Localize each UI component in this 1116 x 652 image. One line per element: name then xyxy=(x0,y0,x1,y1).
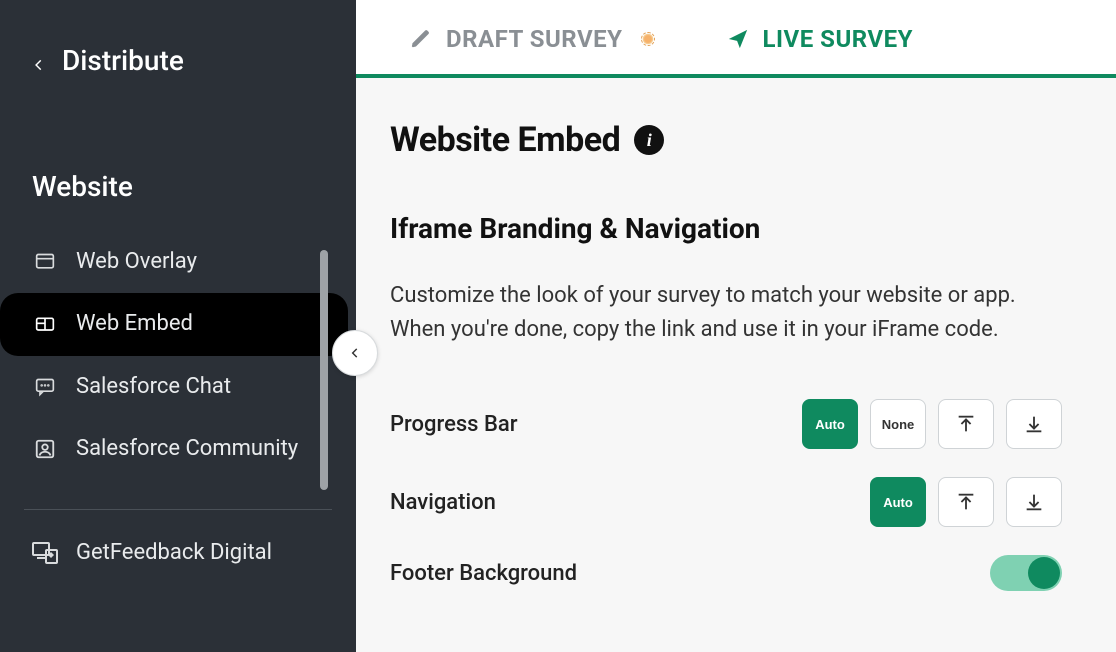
pencil-icon xyxy=(410,28,432,50)
sidebar-item-label: GetFeedback Digital xyxy=(76,540,272,566)
chevron-left-icon xyxy=(32,53,46,67)
collapse-sidebar-button[interactable] xyxy=(332,330,378,376)
embed-icon xyxy=(32,314,58,336)
navigation-bottom-button[interactable] xyxy=(1006,477,1062,527)
sidebar-item-web-embed[interactable]: Web Embed xyxy=(0,293,348,355)
setting-progress-bar: Progress Bar Auto None xyxy=(390,399,1062,449)
sidebar-item-salesforce-chat[interactable]: Salesforce Chat xyxy=(0,356,348,418)
footer-background-toggle[interactable] xyxy=(990,555,1062,591)
sidebar-nav: Web Overlay Web Embed Salesforce Chat Sa… xyxy=(0,231,356,481)
sidebar-item-label: Salesforce Chat xyxy=(76,374,231,400)
navigation-top-button[interactable] xyxy=(938,477,994,527)
progress-bar-bottom-button[interactable] xyxy=(1006,399,1062,449)
sidebar-item-label: Web Overlay xyxy=(76,249,197,275)
setting-label: Footer Background xyxy=(390,561,577,586)
sidebar-item-label: Salesforce Community xyxy=(76,436,298,462)
sidebar-back[interactable]: Distribute xyxy=(0,0,356,120)
tab-live-survey[interactable]: LIVE SURVEY xyxy=(727,25,913,53)
progress-bar-none-button[interactable]: None xyxy=(870,399,926,449)
tab-draft-survey[interactable]: DRAFT SURVEY xyxy=(410,25,655,53)
setting-label: Progress Bar xyxy=(390,412,518,437)
page-title: Website Embed xyxy=(390,120,620,160)
chat-icon xyxy=(32,376,58,398)
setting-navigation: Navigation Auto xyxy=(390,477,1062,527)
info-icon[interactable]: i xyxy=(634,125,664,155)
toggle-knob xyxy=(1028,557,1060,589)
tab-label: DRAFT SURVEY xyxy=(446,25,623,53)
navigation-auto-button[interactable]: Auto xyxy=(870,477,926,527)
progress-bar-auto-button[interactable]: Auto xyxy=(802,399,858,449)
setting-footer-background: Footer Background xyxy=(390,555,1062,591)
main: DRAFT SURVEY LIVE SURVEY Website Embed i… xyxy=(356,0,1116,652)
sidebar: Distribute Website Web Overlay Web Embed xyxy=(0,0,356,652)
community-icon xyxy=(32,438,58,460)
digital-icon xyxy=(32,542,58,564)
paper-plane-icon xyxy=(727,28,749,50)
sidebar-item-salesforce-community[interactable]: Salesforce Community xyxy=(0,418,348,480)
sidebar-scrollbar[interactable] xyxy=(320,250,328,490)
survey-tabs: DRAFT SURVEY LIVE SURVEY xyxy=(356,0,1116,78)
sidebar-item-web-overlay[interactable]: Web Overlay xyxy=(0,231,348,293)
sidebar-back-label: Distribute xyxy=(62,44,184,77)
overlay-icon xyxy=(32,251,58,273)
tab-active-underline xyxy=(356,74,1116,78)
progress-bar-top-button[interactable] xyxy=(938,399,994,449)
sidebar-section-title: Website xyxy=(0,170,356,203)
setting-label: Navigation xyxy=(390,490,496,515)
section-description: Customize the look of your survey to mat… xyxy=(390,279,1030,347)
progress-bar-options: Auto None xyxy=(802,399,1062,449)
navigation-options: Auto xyxy=(870,477,1062,527)
sidebar-item-getfeedback-digital[interactable]: GetFeedback Digital xyxy=(0,522,348,584)
sidebar-divider xyxy=(24,509,332,510)
section-heading: Iframe Branding & Navigation xyxy=(390,212,1062,245)
content: Website Embed i Iframe Branding & Naviga… xyxy=(356,78,1116,619)
sidebar-item-label: Web Embed xyxy=(76,311,193,337)
draft-indicator-icon xyxy=(641,32,655,46)
tab-label: LIVE SURVEY xyxy=(763,25,913,53)
